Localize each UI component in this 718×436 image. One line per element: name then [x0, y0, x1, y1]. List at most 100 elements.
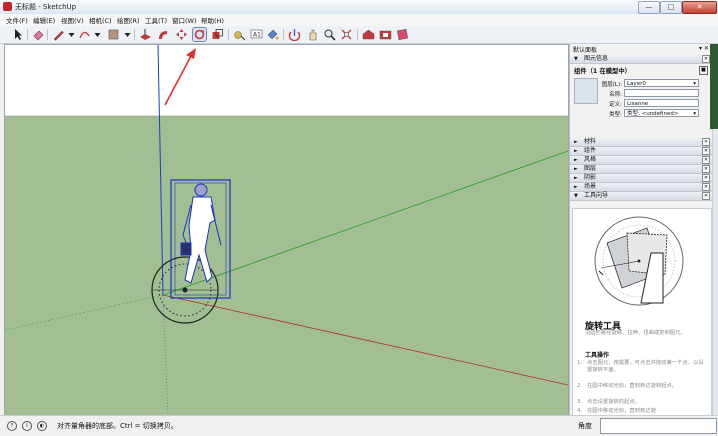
chevron-right-icon: ►	[574, 184, 578, 190]
section-components[interactable]: ► 组件 ✕	[570, 147, 712, 156]
section-layers[interactable]: ► 图层 ✕	[570, 165, 712, 174]
warehouse-icon[interactable]	[362, 28, 375, 41]
select-icon[interactable]	[12, 28, 25, 41]
tape-measure-icon[interactable]	[233, 28, 246, 41]
default-tray: 默认面板 ▾ ✕ ▼ 图元信息 ✕ 组件（1 在模型中） ■ 图层(L): La…	[569, 44, 718, 415]
toolbar-separator	[228, 29, 229, 40]
menu-tools[interactable]: 工具(T)	[145, 15, 167, 25]
sketchup-app-icon	[3, 2, 12, 11]
toolbar-separator	[283, 29, 284, 40]
type-select[interactable]: 类型: <undefined> ▾	[624, 109, 699, 117]
close-icon[interactable]: ✕	[702, 165, 710, 173]
eraser-icon[interactable]	[32, 28, 45, 41]
chevron-right-icon: ►	[574, 139, 578, 145]
section-instructor[interactable]: ▼ 工具向导 ✕	[570, 192, 712, 201]
close-icon[interactable]: ✕	[702, 183, 710, 191]
toolbar-separator	[357, 29, 358, 40]
definition-label: 定义:	[609, 102, 622, 108]
paint-bucket-icon[interactable]	[266, 28, 279, 41]
status-message: 对齐量角器的底部。Ctrl = 切换拷贝。	[57, 422, 178, 430]
instructor-pane: 旋转工具 沿圆形路径旋转、拉伸、扭曲或复制图元。 工具操作 1. 点击图元，按需…	[572, 208, 712, 415]
entity-heading: 组件（1 在模型中）	[574, 68, 631, 75]
tray-pin-icon[interactable]: ▾ ✕	[699, 45, 709, 52]
close-icon[interactable]: ✕	[702, 55, 710, 63]
toolbar-separator	[134, 29, 135, 40]
window-title: 无标题 - SketchUp	[15, 3, 77, 11]
instructor-description: 沿圆形路径旋转、拉伸、扭曲或复制图元。	[585, 330, 686, 336]
menu-camera[interactable]: 相机(C)	[89, 15, 112, 25]
shape-dropdown-icon[interactable]	[121, 28, 131, 41]
instructor-step: 在圆中移动光标，直到到达旋	[587, 408, 656, 414]
extension-warehouse-icon[interactable]	[379, 28, 392, 41]
arc-dropdown-icon[interactable]	[91, 28, 101, 41]
section-scenes[interactable]: ► 场景 ✕	[570, 183, 712, 192]
rotate-illustration	[594, 216, 684, 306]
entity-info-header[interactable]: ▼ 图元信息 ✕	[570, 55, 712, 64]
close-icon[interactable]: ✕	[702, 156, 710, 164]
name-field[interactable]	[624, 89, 699, 97]
orbit-icon[interactable]	[288, 28, 301, 41]
text-icon[interactable]: A1	[250, 28, 263, 41]
close-button[interactable]: ✕	[682, 1, 717, 14]
section-materials[interactable]: ► 材料 ✕	[570, 138, 712, 147]
chevron-down-icon: ▼	[574, 193, 578, 199]
name-label: 名称:	[609, 92, 622, 98]
minimize-button[interactable]: —	[638, 1, 660, 14]
svg-text:A1: A1	[253, 32, 261, 39]
sky	[5, 45, 568, 116]
layout-icon[interactable]	[396, 28, 409, 41]
ground	[5, 116, 568, 416]
title-bar	[0, 0, 718, 15]
line-pencil-icon[interactable]	[52, 28, 65, 41]
zoom-extents-icon[interactable]	[340, 28, 353, 41]
help-icon[interactable]: ?	[7, 421, 17, 431]
rotate-icon[interactable]	[192, 27, 207, 42]
move-icon[interactable]	[175, 28, 188, 41]
toolbar-separator	[47, 29, 48, 40]
instructor-step: 在圆中移动光标，直到到达旋转起点。	[587, 383, 678, 389]
model-viewport[interactable]	[4, 44, 569, 417]
measurements-label: 角度	[578, 422, 592, 430]
user-icon[interactable]: ◐	[37, 421, 47, 431]
chevron-right-icon: ►	[574, 166, 578, 172]
close-icon[interactable]: ✕	[702, 147, 710, 155]
shape-icon[interactable]	[107, 28, 120, 41]
menu-window[interactable]: 窗口(W)	[172, 15, 197, 25]
instructor-step: 点击图元，按需要，可点击并拖动第一个点，以设置旋转平面。	[587, 360, 704, 373]
chevron-down-icon: ▼	[574, 56, 578, 62]
menu-view[interactable]: 视图(V)	[61, 15, 84, 25]
zoom-icon[interactable]	[323, 28, 336, 41]
arc-icon[interactable]	[78, 28, 91, 41]
chevron-right-icon: ►	[574, 175, 578, 181]
definition-field[interactable]: Lisanne	[624, 99, 699, 107]
toolbar-separator	[27, 29, 28, 40]
push-pull-icon[interactable]	[139, 28, 152, 41]
type-label: 类型:	[609, 112, 622, 118]
line-dropdown-icon[interactable]	[65, 28, 75, 41]
maximize-button[interactable]: □	[660, 1, 682, 14]
chevron-right-icon: ►	[574, 148, 578, 154]
info-icon[interactable]: i	[22, 421, 32, 431]
instructor-ops-title: 工具操作	[585, 352, 610, 359]
component-thumbnail	[574, 78, 598, 104]
background-window-edge	[710, 44, 718, 129]
pan-icon[interactable]	[306, 28, 319, 41]
layer-select[interactable]: Layer0 ▾	[624, 79, 699, 87]
section-styles[interactable]: ► 风格 ✕	[570, 156, 712, 165]
menu-draw[interactable]: 绘图(R)	[117, 15, 140, 25]
menu-edit[interactable]: 编辑(E)	[33, 15, 55, 25]
component-icon: ■	[699, 66, 708, 75]
scale-icon[interactable]	[211, 28, 224, 41]
close-icon[interactable]: ✕	[702, 192, 710, 200]
follow-me-icon[interactable]	[157, 28, 170, 41]
menu-help[interactable]: 帮助(H)	[201, 15, 224, 25]
section-shadows[interactable]: ► 阴影 ✕	[570, 174, 712, 183]
close-icon[interactable]: ✕	[702, 174, 710, 182]
instructor-step: 点击设置旋转的起点。	[587, 399, 640, 405]
layer-label: 图层(L):	[601, 82, 622, 88]
chevron-right-icon: ►	[574, 157, 578, 163]
close-icon[interactable]: ✕	[702, 138, 710, 146]
tray-title: 默认面板	[573, 47, 598, 54]
menu-file[interactable]: 文件(F)	[6, 15, 28, 25]
measurements-input[interactable]	[600, 418, 717, 434]
